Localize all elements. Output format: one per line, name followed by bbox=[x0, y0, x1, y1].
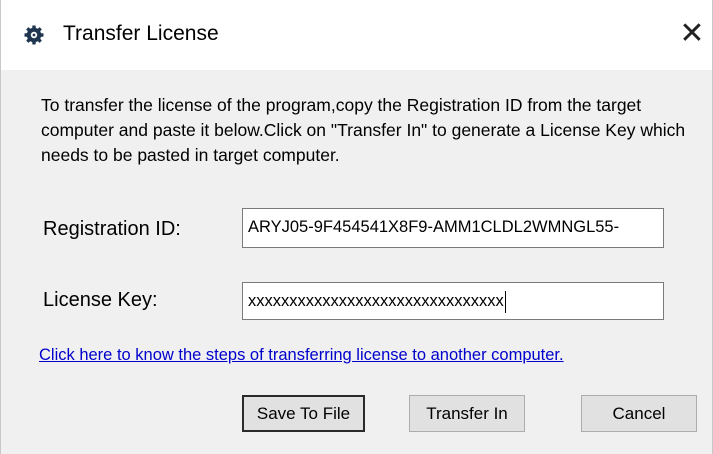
license-key-field[interactable]: xxxxxxxxxxxxxxxxxxxxxxxxxxxxxxx bbox=[242, 282, 664, 320]
title-bar: Transfer License ✕ bbox=[1, 0, 712, 70]
license-key-value: xxxxxxxxxxxxxxxxxxxxxxxxxxxxxxx bbox=[248, 292, 504, 310]
transfer-in-button[interactable]: Transfer In bbox=[409, 395, 525, 432]
license-key-label: License Key: bbox=[43, 289, 158, 311]
window-title: Transfer License bbox=[63, 22, 219, 45]
instructions-text: To transfer the license of the program,c… bbox=[41, 95, 686, 165]
transfer-license-dialog: Transfer License ✕ To transfer the licen… bbox=[0, 0, 713, 454]
cancel-button[interactable]: Cancel bbox=[581, 395, 697, 432]
registration-id-field[interactable]: ARYJ05-9F454541X8F9-AMM1CLDL2WMNGL55- bbox=[242, 208, 664, 248]
text-caret bbox=[504, 290, 506, 313]
app-gear-icon bbox=[24, 25, 44, 45]
registration-id-label: Registration ID: bbox=[43, 218, 181, 240]
save-to-file-button[interactable]: Save To File bbox=[242, 395, 365, 432]
transfer-steps-help-link[interactable]: Click here to know the steps of transfer… bbox=[39, 346, 564, 365]
close-icon[interactable]: ✕ bbox=[677, 17, 707, 50]
registration-id-value: ARYJ05-9F454541X8F9-AMM1CLDL2WMNGL55- bbox=[248, 218, 620, 236]
